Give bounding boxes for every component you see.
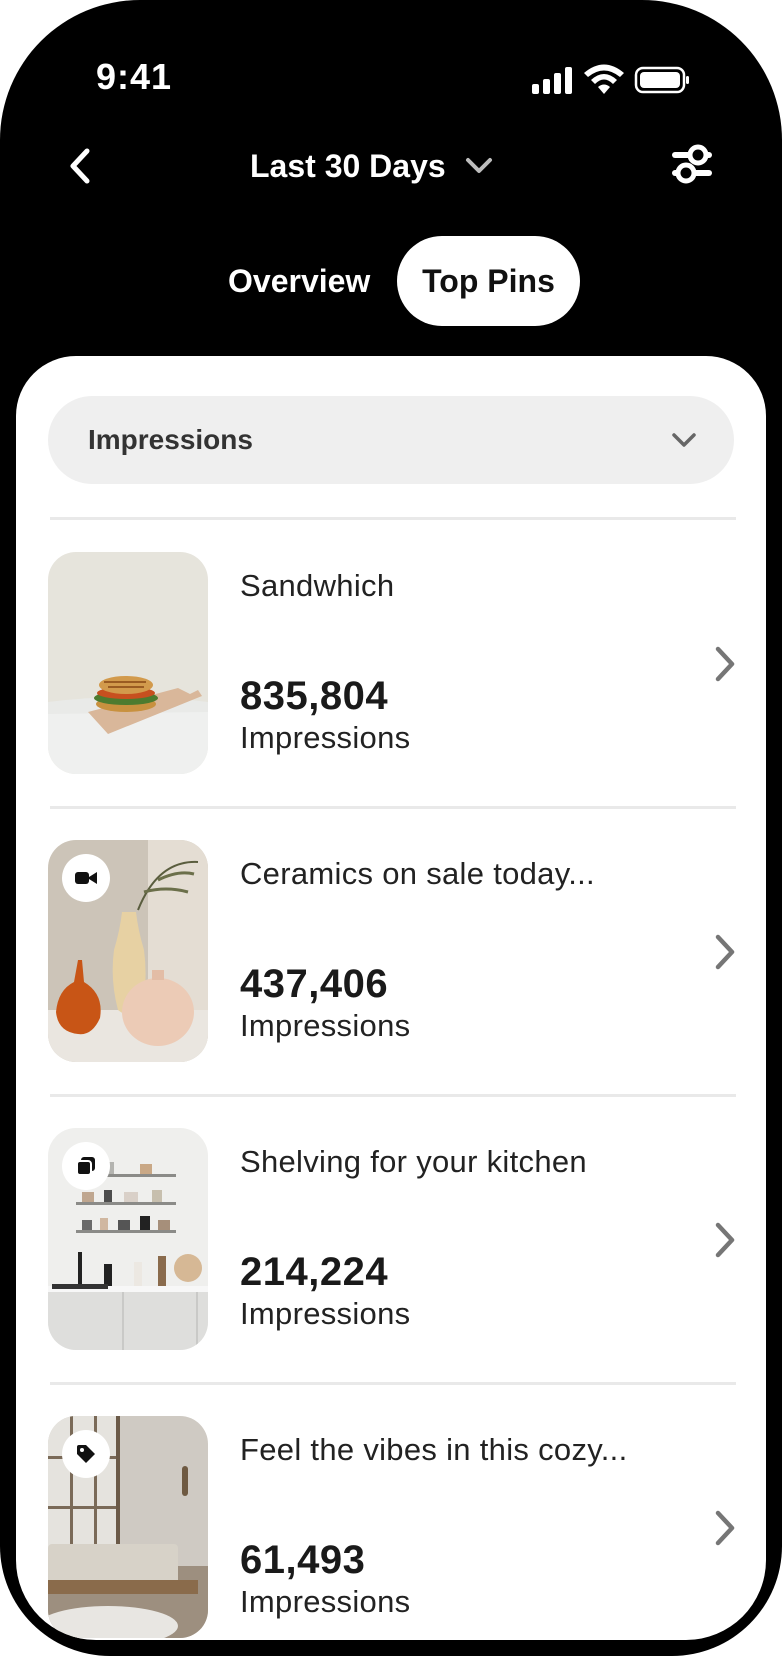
pin-row-sandwhich[interactable]: Sandwhich 835,804 Impressions (48, 552, 748, 774)
cozy-room-photo (48, 1416, 208, 1638)
pin-value: 214,224 (240, 1250, 389, 1294)
pin-title: Shelving for your kitchen (240, 1144, 587, 1179)
pin-title: Ceramics on sale today... (240, 856, 595, 891)
carousel-icon (76, 1157, 95, 1176)
pin-row-ceramics[interactable]: Ceramics on sale today... 437,406 Impres… (48, 840, 748, 1062)
pin-row-cozy[interactable]: Feel the vibes in this cozy... 61,493 Im… (48, 1416, 748, 1638)
metric-select-label: Impressions (88, 424, 253, 455)
status-time: 9:41 (96, 56, 173, 97)
tab-top-pins[interactable]: Top Pins (397, 236, 580, 326)
tag-icon (77, 1445, 95, 1463)
ceramic-vases-photo (48, 840, 208, 1062)
pin-metric: Impressions (240, 1584, 411, 1619)
pin-value: 61,493 (240, 1538, 366, 1582)
pin-metric: Impressions (240, 1008, 411, 1043)
signal-icon (532, 67, 572, 94)
wifi-icon (584, 64, 624, 94)
carousel-badge (62, 1142, 110, 1190)
content-card: Impressions Sandwhich 835,804 Impression… (16, 356, 766, 1640)
pin-metric: Impressions (240, 720, 411, 755)
status-icons (532, 64, 692, 96)
sliders-icon (672, 144, 712, 184)
phone-frame: 9:41 Last 30 Days Overview Top Pins Impr… (0, 0, 782, 1656)
back-button[interactable] (54, 140, 106, 192)
chevron-right-icon (715, 1222, 735, 1258)
nav-bar: Last 30 Days (0, 120, 782, 210)
chevron-down-icon (464, 151, 494, 181)
pin-value: 835,804 (240, 674, 389, 718)
chevron-right-icon (715, 646, 735, 682)
divider (50, 1094, 736, 1097)
divider (50, 806, 736, 809)
tab-overview[interactable]: Overview (212, 236, 386, 326)
pin-value: 437,406 (240, 962, 389, 1006)
date-range-dropdown[interactable]: Last 30 Days (250, 138, 494, 194)
date-range-label: Last 30 Days (250, 147, 446, 184)
chevron-right-icon (715, 934, 735, 970)
chevron-down-icon (672, 433, 696, 447)
filter-button[interactable] (664, 136, 720, 192)
tab-bar: Overview Top Pins (0, 236, 782, 326)
pin-title: Sandwhich (240, 568, 395, 603)
chevron-right-icon (715, 1510, 735, 1546)
tag-badge (62, 1430, 110, 1478)
chevron-left-icon (70, 148, 90, 184)
divider (50, 517, 736, 520)
pin-title: Feel the vibes in this cozy... (240, 1432, 628, 1467)
pin-metric: Impressions (240, 1296, 411, 1331)
battery-icon (634, 66, 689, 94)
sandwich-photo (48, 552, 208, 774)
video-badge (62, 854, 110, 902)
metric-select[interactable]: Impressions (48, 396, 734, 484)
kitchen-shelves-photo (48, 1128, 208, 1350)
video-icon (75, 872, 97, 884)
divider (50, 1382, 736, 1385)
pin-row-shelving[interactable]: Shelving for your kitchen 214,224 Impres… (48, 1128, 748, 1350)
